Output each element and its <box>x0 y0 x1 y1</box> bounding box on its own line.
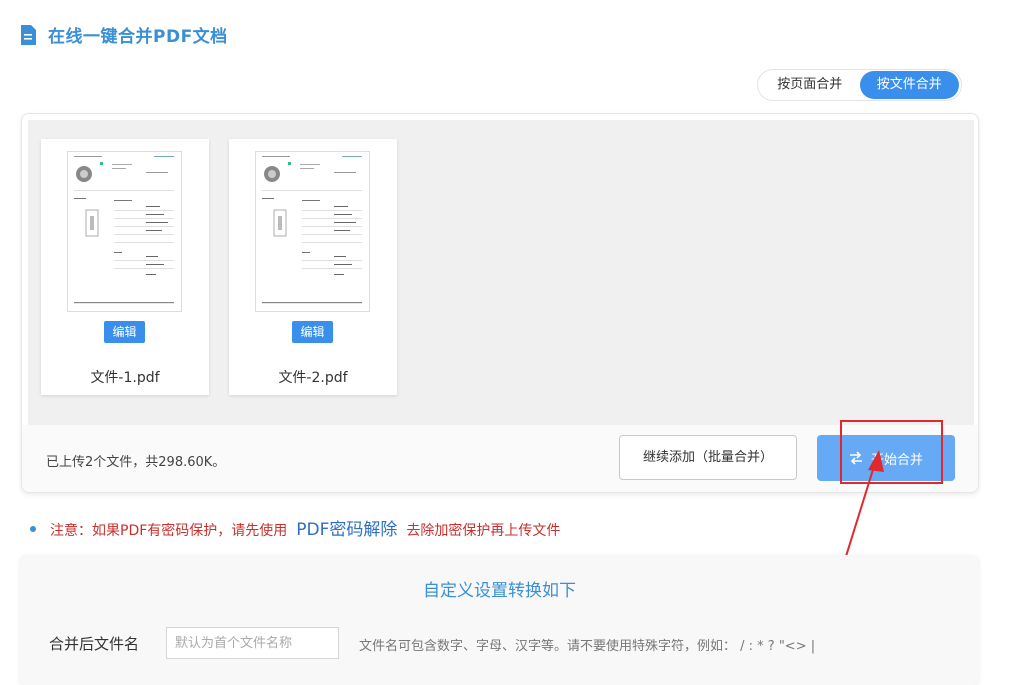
edit-button[interactable]: 编辑 <box>104 321 145 343</box>
upload-panel: 编辑 文件-1.pdf 编辑 文件-2.pdf 已上传2个文件，共298.60K… <box>21 113 979 493</box>
edit-button[interactable]: 编辑 <box>292 321 333 343</box>
pdf-thumbnail <box>67 151 182 312</box>
merge-mode-toggle: 按页面合并 按文件合并 <box>757 69 962 101</box>
notice-suffix: 去除加密保护再上传文件 <box>406 523 561 539</box>
file-card[interactable]: 编辑 文件-1.pdf <box>41 139 209 395</box>
upload-info: 已上传2个文件，共298.60K。 <box>46 455 226 470</box>
page-title: 在线一键合并PDF文档 <box>48 27 228 47</box>
pdf-thumbnail <box>255 151 370 312</box>
merge-by-file-button[interactable]: 按文件合并 <box>859 71 959 99</box>
annotation-highlight-box <box>840 420 943 484</box>
notice-prefix: 注意：如果PDF有密码保护，请先使用 <box>50 523 288 539</box>
output-filename-input[interactable] <box>166 627 339 659</box>
file-list-area: 编辑 文件-1.pdf 编辑 文件-2.pdf <box>28 120 974 425</box>
filename-hint: 文件名可包含数字、字母、汉字等。请不要使用特殊字符，例如： / : * ? "<… <box>359 639 816 654</box>
title-row: 在线一键合并PDF文档 <box>20 22 228 47</box>
settings-title: 自定义设置转换如下 <box>423 581 576 601</box>
bullet-dot <box>30 526 36 532</box>
output-filename-label: 合并后文件名 <box>49 635 140 653</box>
document-icon <box>20 24 36 45</box>
file-card[interactable]: 编辑 文件-2.pdf <box>229 139 397 395</box>
pdf-unlock-link[interactable]: PDF密码解除 <box>296 515 397 540</box>
custom-settings-panel: 自定义设置转换如下 合并后文件名 文件名可包含数字、字母、汉字等。请不要使用特殊… <box>20 555 979 685</box>
merge-by-page-button[interactable]: 按页面合并 <box>760 71 860 99</box>
file-name: 文件-1.pdf <box>90 370 160 386</box>
password-notice: 注意：如果PDF有密码保护，请先使用 PDF密码解除 去除加密保护再上传文件 <box>30 515 560 540</box>
add-more-files-button[interactable]: 继续添加（批量合并） <box>619 435 797 480</box>
file-name: 文件-2.pdf <box>278 370 348 386</box>
status-bar: 已上传2个文件，共298.60K。 继续添加（批量合并） 开始合并 <box>22 425 978 492</box>
